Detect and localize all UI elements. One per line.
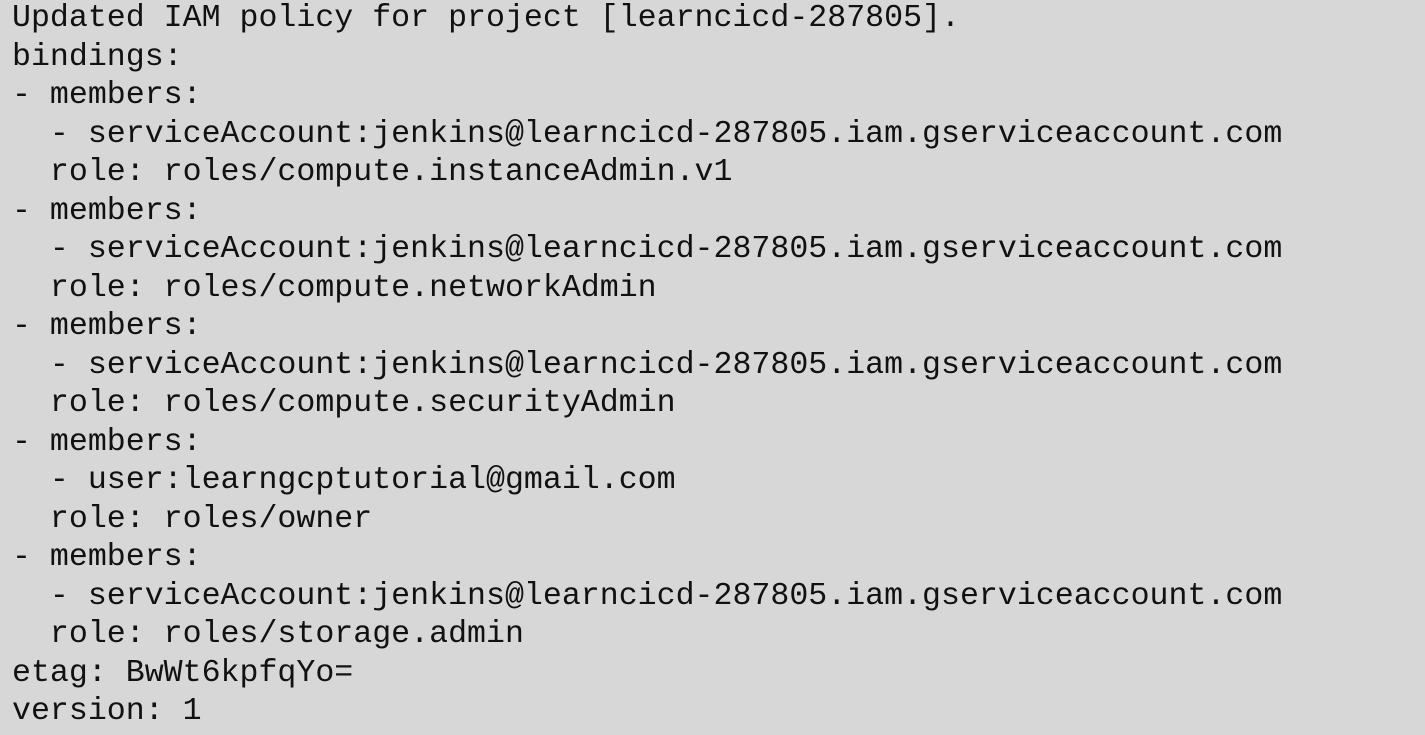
etag-entry: etag: BwWt6kpfqYo= xyxy=(12,655,354,691)
members-key: - members: xyxy=(12,424,202,460)
version-entry: version: 1 xyxy=(12,694,202,729)
member-entry: - serviceAccount:jenkins@learncicd-28780… xyxy=(12,232,1283,267)
members-key: - members: xyxy=(12,540,202,575)
members-key: - members: xyxy=(12,193,202,229)
role-entry: role: roles/storage.admin xyxy=(12,617,524,652)
status-message: Updated IAM policy for project [learncic… xyxy=(12,1,960,36)
role-entry: role: roles/compute.securityAdmin xyxy=(12,386,676,421)
bindings-key: bindings: xyxy=(12,39,183,75)
member-entry: - serviceAccount:jenkins@learncicd-28780… xyxy=(12,578,1283,614)
member-entry: - serviceAccount:jenkins@learncicd-28780… xyxy=(12,347,1283,383)
role-entry: role: roles/owner xyxy=(12,501,373,537)
members-key: - members: xyxy=(12,309,202,344)
members-key: - members: xyxy=(12,78,202,113)
role-entry: role: roles/compute.instanceAdmin.v1 xyxy=(12,155,733,190)
role-entry: role: roles/compute.networkAdmin xyxy=(12,270,657,306)
terminal-output: Updated IAM policy for project [learncic… xyxy=(0,0,1425,735)
member-entry: - user:learngcptutorial@gmail.com xyxy=(12,463,676,498)
member-entry: - serviceAccount:jenkins@learncicd-28780… xyxy=(12,116,1283,152)
